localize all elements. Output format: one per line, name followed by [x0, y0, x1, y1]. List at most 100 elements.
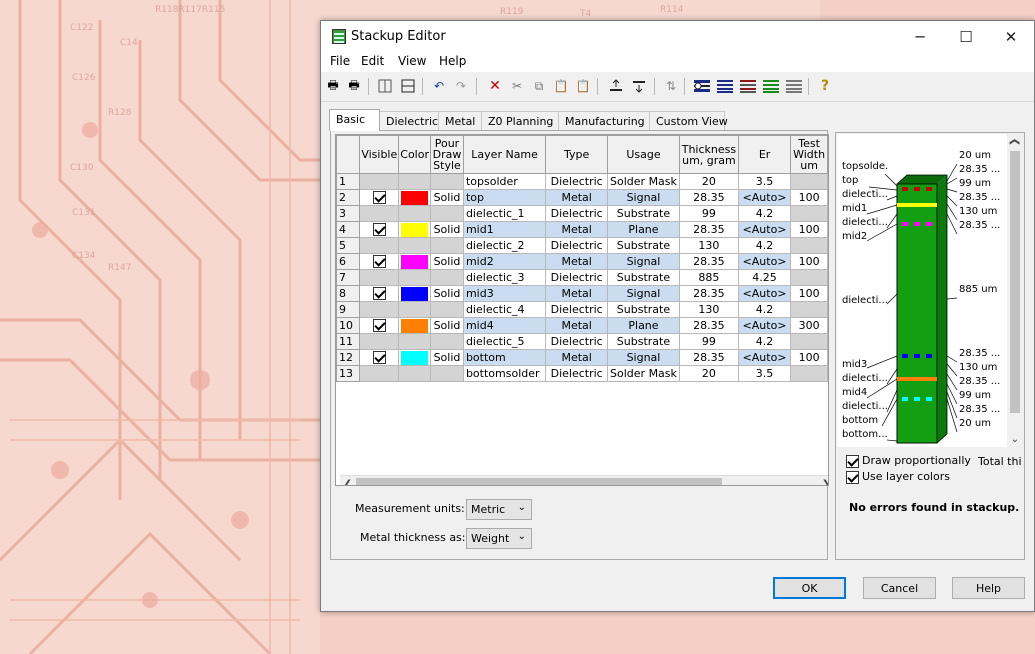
thickness-cell[interactable]: 28.35: [678, 285, 739, 302]
table-row[interactable]: 11 dielectic_5 Dielectric Substrate 99 4.2: [336, 333, 828, 350]
layer-name-cell[interactable]: top: [462, 189, 547, 206]
delete-icon[interactable]: ✕: [486, 77, 504, 95]
table-row[interactable]: 13 bottomsolder Dielectric Solder Mask 20 3.5: [336, 365, 828, 382]
layer-view-5-icon[interactable]: [785, 77, 803, 95]
layer-name-cell[interactable]: bottom: [462, 349, 547, 366]
usage-cell[interactable]: Signal: [607, 253, 680, 270]
type-cell[interactable]: Dielectric: [545, 237, 609, 254]
insert-below-icon[interactable]: [630, 77, 648, 95]
layer-color-swatch[interactable]: [401, 318, 428, 333]
test-width-cell[interactable]: [790, 237, 828, 254]
table-row[interactable]: 8 Solid mid3 Metal Signal 28.35 <Auto> 100: [336, 285, 828, 302]
usage-cell[interactable]: Signal: [607, 349, 680, 366]
vertical-scroll-thumb[interactable]: [1010, 151, 1020, 413]
visible-cell[interactable]: [359, 221, 400, 238]
thickness-cell[interactable]: 885: [678, 269, 739, 286]
test-width-cell[interactable]: 100: [790, 253, 828, 270]
tab-metal[interactable]: Metal: [438, 111, 482, 131]
visible-cell[interactable]: [359, 365, 400, 382]
test-width-cell[interactable]: 100: [790, 221, 828, 238]
test-width-cell[interactable]: 100: [790, 349, 828, 366]
menu-help[interactable]: Help: [439, 54, 466, 68]
type-cell[interactable]: Dielectric: [545, 173, 609, 190]
cancel-button[interactable]: Cancel: [863, 577, 936, 599]
tab-z0-planning[interactable]: Z0 Planning: [481, 111, 559, 131]
visible-cell[interactable]: [359, 333, 400, 350]
scroll-down-icon[interactable]: ⌄: [1007, 431, 1023, 447]
pour-style-cell[interactable]: [430, 365, 464, 382]
units-select[interactable]: Metric ⌄: [466, 499, 532, 520]
redo-icon[interactable]: ↷: [452, 77, 470, 95]
usage-cell[interactable]: Plane: [607, 221, 680, 238]
pour-style-cell[interactable]: Solid: [430, 221, 464, 238]
sort-icon[interactable]: ⇅: [662, 77, 680, 95]
use-layer-colors-checkbox[interactable]: Use layer colors: [846, 470, 950, 484]
tab-dielectric[interactable]: Dielectric: [379, 111, 439, 131]
copy-icon[interactable]: ⧉: [530, 77, 548, 95]
header-type[interactable]: Type: [545, 135, 609, 174]
test-width-cell[interactable]: [790, 173, 828, 190]
test-width-cell[interactable]: 100: [790, 189, 828, 206]
layer-name-cell[interactable]: dielectic_5: [462, 333, 547, 350]
undo-icon[interactable]: ↶: [430, 77, 448, 95]
menu-file[interactable]: File: [330, 54, 350, 68]
test-width-cell[interactable]: 300: [790, 317, 828, 334]
type-cell[interactable]: Dielectric: [545, 205, 609, 222]
metal-thickness-select[interactable]: Weight ⌄: [466, 528, 532, 549]
visible-checkbox[interactable]: [372, 255, 386, 269]
close-button[interactable]: ✕: [988, 21, 1034, 52]
visible-checkbox[interactable]: [372, 319, 386, 333]
horizontal-scrollbar[interactable]: ❮ ❯: [340, 475, 828, 486]
pour-style-cell[interactable]: [430, 173, 464, 190]
table-row[interactable]: 3 dielectic_1 Dielectric Substrate 99 4.2: [336, 205, 828, 222]
type-cell[interactable]: Metal: [545, 221, 609, 238]
type-cell[interactable]: Dielectric: [545, 365, 609, 382]
pour-style-cell[interactable]: Solid: [430, 253, 464, 270]
er-cell[interactable]: 3.5: [737, 365, 792, 382]
usage-cell[interactable]: Signal: [607, 285, 680, 302]
split-horizontal-icon[interactable]: [399, 77, 417, 95]
pour-style-cell[interactable]: [430, 269, 464, 286]
type-cell[interactable]: Metal: [545, 189, 609, 206]
pour-style-cell[interactable]: [430, 301, 464, 318]
color-cell[interactable]: [398, 301, 431, 318]
paste-special-icon[interactable]: 📋: [552, 77, 570, 95]
ok-button[interactable]: OK: [773, 577, 846, 599]
visible-checkbox[interactable]: [372, 287, 386, 301]
visible-cell[interactable]: [359, 349, 400, 366]
visible-cell[interactable]: [359, 253, 400, 270]
usage-cell[interactable]: Substrate: [607, 205, 680, 222]
er-cell[interactable]: <Auto>: [737, 189, 792, 206]
test-width-cell[interactable]: [790, 205, 828, 222]
tab-manufacturing[interactable]: Manufacturing: [558, 111, 650, 131]
help-pointer-icon[interactable]: ?: [816, 77, 834, 95]
er-cell[interactable]: <Auto>: [737, 253, 792, 270]
thickness-cell[interactable]: 28.35: [678, 317, 739, 334]
thickness-cell[interactable]: 28.35: [678, 253, 739, 270]
type-cell[interactable]: Metal: [545, 253, 609, 270]
layer-color-swatch[interactable]: [401, 222, 428, 237]
thickness-cell[interactable]: 99: [678, 333, 739, 350]
table-row[interactable]: 5 dielectic_2 Dielectric Substrate 130 4.2: [336, 237, 828, 254]
color-cell[interactable]: [398, 189, 431, 206]
checkbox-checked-icon[interactable]: [846, 470, 859, 484]
table-row[interactable]: 2 Solid top Metal Signal 28.35 <Auto> 100: [336, 189, 828, 206]
scroll-up-icon[interactable]: ❮: [1007, 134, 1023, 150]
cut-icon[interactable]: ✂: [508, 77, 526, 95]
header-visible[interactable]: Visible: [359, 135, 400, 174]
type-cell[interactable]: Dielectric: [545, 269, 609, 286]
header-usage[interactable]: Usage: [607, 135, 680, 174]
help-button[interactable]: Help: [952, 577, 1025, 599]
er-cell[interactable]: 4.2: [737, 205, 792, 222]
thickness-cell[interactable]: 20: [678, 365, 739, 382]
scroll-left-icon[interactable]: ❮: [340, 476, 356, 486]
er-cell[interactable]: 4.25: [737, 269, 792, 286]
draw-proportionally-checkbox[interactable]: Draw proportionally: [846, 454, 971, 468]
er-cell[interactable]: 4.2: [737, 333, 792, 350]
layer-name-cell[interactable]: mid1: [462, 221, 547, 238]
usage-cell[interactable]: Substrate: [607, 333, 680, 350]
layer-name-cell[interactable]: mid2: [462, 253, 547, 270]
layer-name-cell[interactable]: dielectic_1: [462, 205, 547, 222]
color-cell[interactable]: [398, 269, 431, 286]
test-width-cell[interactable]: 100: [790, 285, 828, 302]
